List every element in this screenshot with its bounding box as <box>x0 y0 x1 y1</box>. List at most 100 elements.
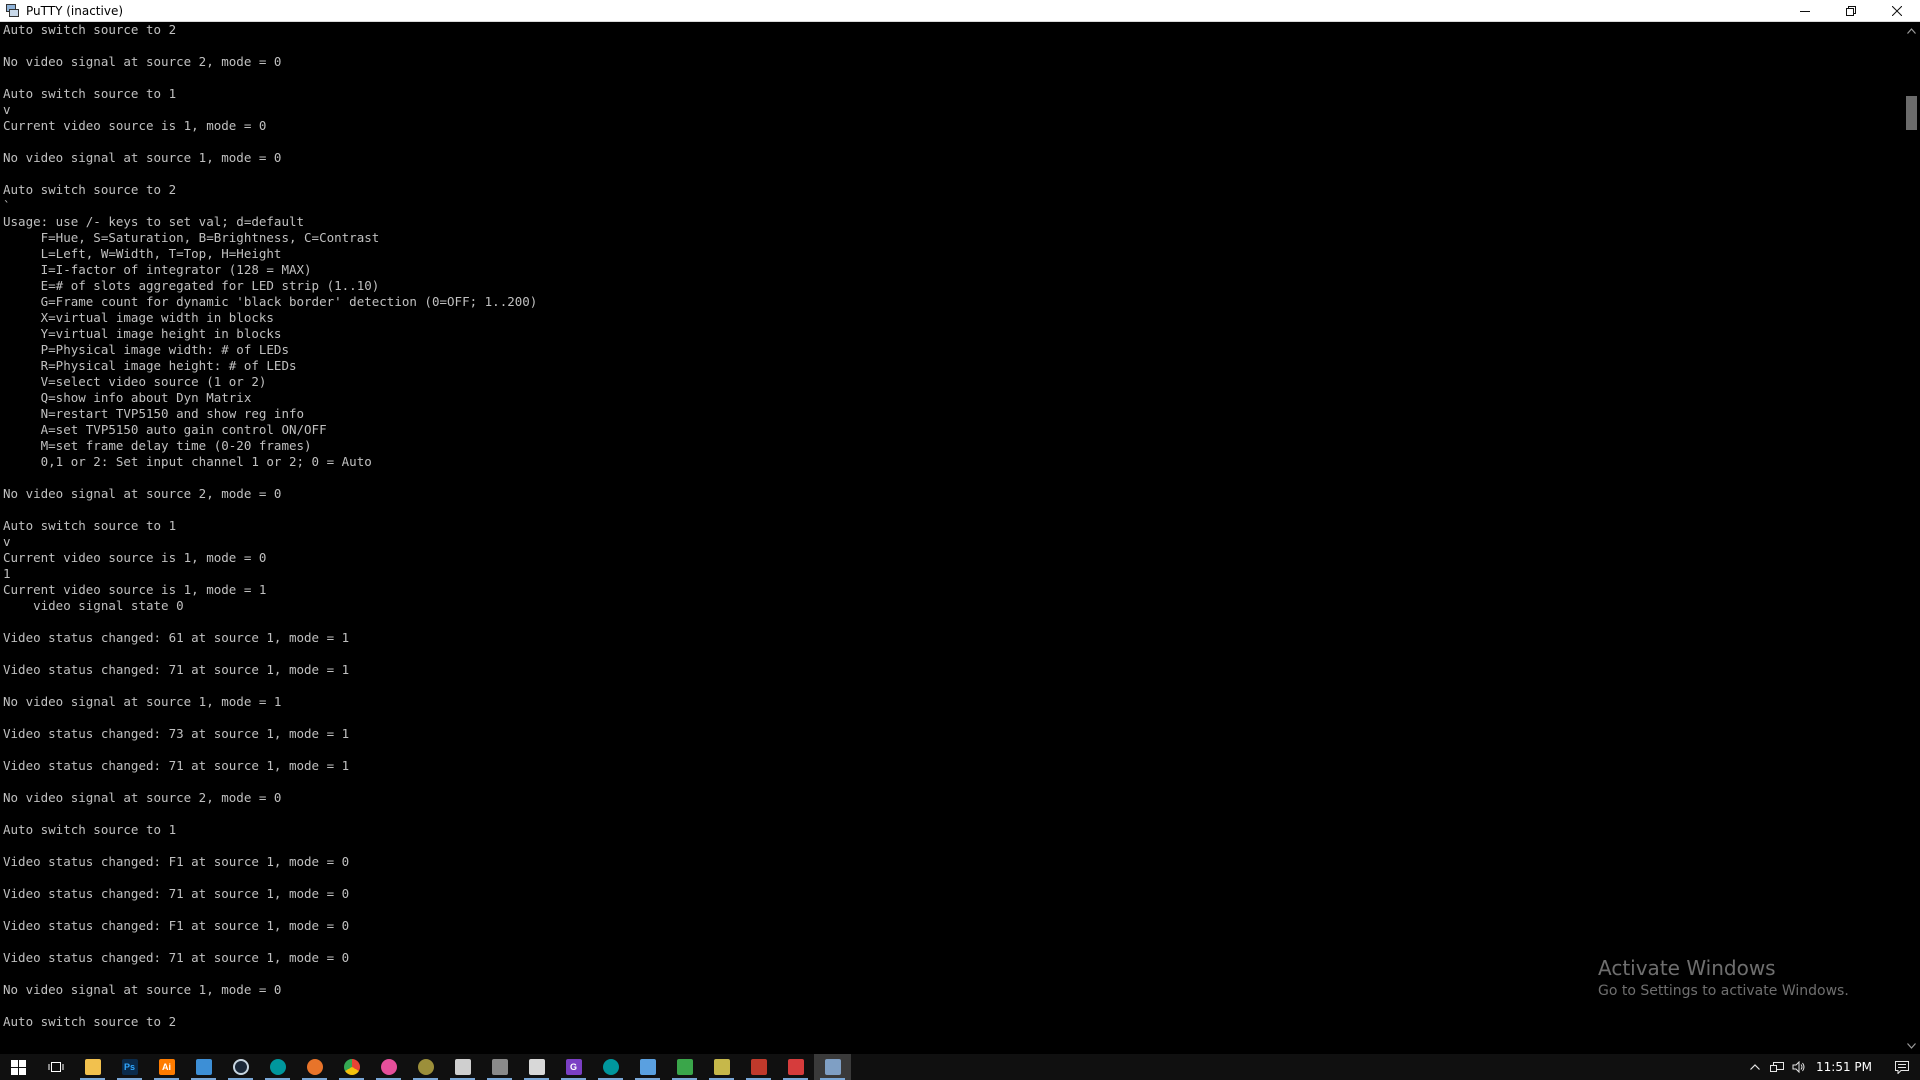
scroll-thumb[interactable] <box>1906 96 1917 130</box>
app-icon <box>787 1059 804 1075</box>
terminal-line: M=set frame delay time (0-20 frames) <box>3 438 312 453</box>
taskbar-app-gray[interactable] <box>481 1054 518 1080</box>
terminal-line: Video status changed: 61 at source 1, mo… <box>3 630 350 645</box>
taskbar-app-purple[interactable]: G <box>555 1054 592 1080</box>
taskbar-putty[interactable] <box>814 1054 851 1080</box>
terminal-line: Auto switch source to 2 <box>3 182 177 197</box>
taskbar-notepad[interactable] <box>518 1054 555 1080</box>
taskbar-steam[interactable] <box>222 1054 259 1080</box>
terminal-line: Video status changed: 71 at source 1, mo… <box>3 758 350 773</box>
window-icon <box>491 1059 508 1075</box>
taskbar-app-blue[interactable] <box>185 1054 222 1080</box>
restore-button[interactable] <box>1828 0 1874 22</box>
taskbar-illustrator[interactable]: Ai <box>148 1054 185 1080</box>
task-view-button[interactable] <box>37 1054 74 1080</box>
terminal-line: X=virtual image width in blocks <box>3 310 274 325</box>
taskbar-app-green[interactable] <box>666 1054 703 1080</box>
g-icon: G <box>565 1059 582 1075</box>
show-hidden-icons-button[interactable] <box>1744 1054 1766 1080</box>
taskbar-app-grid[interactable] <box>629 1054 666 1080</box>
windows-logo-icon <box>11 1059 26 1075</box>
taskbar-file-explorer[interactable] <box>74 1054 111 1080</box>
terminal-line: 0,1 or 2: Set input channel 1 or 2; 0 = … <box>3 454 372 469</box>
network-button[interactable] <box>1766 1054 1788 1080</box>
steam-icon <box>232 1059 249 1075</box>
clock[interactable]: 11:51 PM <box>1816 1060 1872 1074</box>
task-view-icon <box>48 1062 63 1072</box>
window-controls <box>1782 0 1920 22</box>
terminal-line: Video status changed: 73 at source 1, mo… <box>3 726 350 741</box>
terminal-line: R=Physical image height: # of LEDs <box>3 358 297 373</box>
grid-icon <box>639 1059 656 1075</box>
taskbar-app-orange[interactable] <box>296 1054 333 1080</box>
taskbar-photoshop[interactable]: Ps <box>111 1054 148 1080</box>
terminal-line: No video signal at source 1, mode = 1 <box>3 694 282 709</box>
close-button[interactable] <box>1874 0 1920 22</box>
system-tray: 11:51 PM <box>1744 1054 1920 1080</box>
scroll-up-button[interactable] <box>1903 22 1920 39</box>
vertical-scrollbar[interactable] <box>1903 22 1920 1054</box>
taskbar: Ps Ai G 11:51 PM <box>0 1054 1920 1080</box>
arduino-icon <box>269 1059 286 1075</box>
terminal-line: Video status changed: F1 at source 1, mo… <box>3 918 350 933</box>
terminal-line: Current video source is 1, mode = 0 <box>3 550 267 565</box>
chevron-up-icon <box>1750 1064 1760 1070</box>
scroll-down-button[interactable] <box>1903 1037 1920 1054</box>
photos-icon <box>454 1059 471 1075</box>
title-bar[interactable]: PuTTY (inactive) <box>0 0 1920 22</box>
terminal-line: No video signal at source 2, mode = 0 <box>3 54 282 69</box>
terminal-line: Current video source is 1, mode = 0 <box>3 118 267 133</box>
taskbar-app-yellow[interactable] <box>703 1054 740 1080</box>
chart-icon <box>713 1059 730 1075</box>
taskbar-app-olive[interactable] <box>407 1054 444 1080</box>
taskbar-app-pink[interactable] <box>370 1054 407 1080</box>
minimize-button[interactable] <box>1782 0 1828 22</box>
start-button[interactable] <box>0 1054 37 1080</box>
taskbar-app-red[interactable] <box>777 1054 814 1080</box>
taskbar-arduino[interactable] <box>259 1054 296 1080</box>
folder-icon <box>84 1059 101 1075</box>
taskbar-photos[interactable] <box>444 1054 481 1080</box>
window-title: PuTTY (inactive) <box>26 3 124 18</box>
taskbar-chrome[interactable] <box>333 1054 370 1080</box>
taskbar-arduino-2[interactable] <box>592 1054 629 1080</box>
terminal-line: G=Frame count for dynamic 'black border'… <box>3 294 538 309</box>
notepad-icon <box>528 1059 545 1075</box>
terminal-line: Video status changed: 71 at source 1, mo… <box>3 662 350 677</box>
putty-icon <box>4 3 20 19</box>
taskbar-app-stack[interactable] <box>740 1054 777 1080</box>
terminal-line: video signal state 0 <box>3 598 184 613</box>
stack-icon <box>750 1059 767 1075</box>
terminal-line: V=select video source (1 or 2) <box>3 374 267 389</box>
volume-button[interactable] <box>1788 1054 1810 1080</box>
terminal-line: P=Physical image width: # of LEDs <box>3 342 289 357</box>
action-center-button[interactable] <box>1884 1054 1920 1080</box>
terminal-line: F=Hue, S=Saturation, B=Brightness, C=Con… <box>3 230 380 245</box>
restore-icon <box>1846 6 1856 16</box>
terminal-line: A=set TVP5150 auto gain control ON/OFF <box>3 422 327 437</box>
terminal-line: 1 <box>3 566 11 581</box>
close-icon <box>1892 6 1902 16</box>
terminal-output[interactable]: Auto switch source to 2 No video signal a… <box>0 22 1903 1054</box>
chrome-icon <box>343 1059 360 1075</box>
circle-icon <box>380 1059 397 1075</box>
terminal-line: L=Left, W=Width, T=Top, H=Height <box>3 246 282 261</box>
terminal-line: E=# of slots aggregated for LED strip (1… <box>3 278 380 293</box>
terminal-line: Auto switch source to 1 <box>3 822 177 837</box>
notification-icon <box>1895 1060 1909 1074</box>
terminal-line: No video signal at source 1, mode = 0 <box>3 982 282 997</box>
terminal-line: No video signal at source 2, mode = 0 <box>3 790 282 805</box>
terminal-line: I=I-factor of integrator (128 = MAX) <box>3 262 312 277</box>
